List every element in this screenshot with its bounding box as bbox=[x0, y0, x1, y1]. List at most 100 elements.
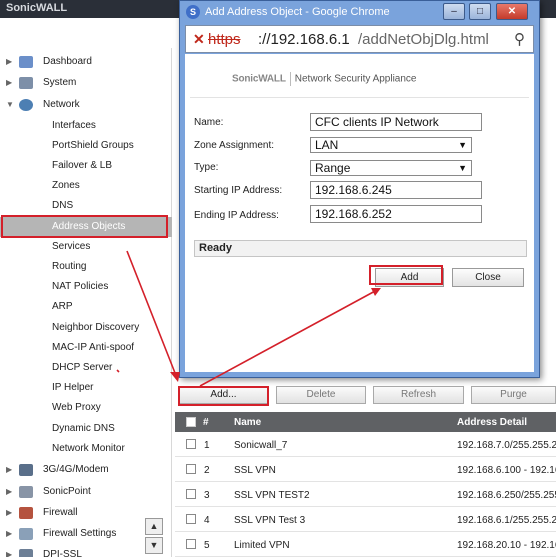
refresh-button[interactable]: Refresh bbox=[373, 386, 464, 404]
dialog-titlebar[interactable]: S Add Address Object - Google Chrome – □… bbox=[180, 1, 539, 23]
url-path: /addNetObjDlg.html bbox=[358, 31, 489, 48]
type-selected-value: Range bbox=[315, 161, 351, 175]
sidebar-item-sonicpoint[interactable]: ▶ SonicPoint bbox=[0, 482, 172, 502]
row-detail: 192.168.6.1/255.255.255 bbox=[457, 515, 556, 526]
minimize-button[interactable]: – bbox=[443, 3, 465, 20]
sidebar-item-network-monitor[interactable]: Network Monitor bbox=[0, 439, 172, 459]
row-number: 4 bbox=[204, 515, 210, 526]
row-detail: 192.168.6.100 - 192.16 bbox=[457, 465, 556, 476]
sidebar-item-label: 3G/4G/Modem bbox=[43, 464, 109, 475]
expand-arrow-icon[interactable]: ▶ bbox=[6, 482, 12, 502]
row-name: SSL VPN TEST2 bbox=[234, 490, 310, 501]
sidebar-item-dns[interactable]: DNS bbox=[0, 196, 172, 216]
sidebar: ▶ Dashboard ▶ System ▼ Network Interface… bbox=[0, 48, 172, 557]
expand-arrow-icon[interactable]: ▶ bbox=[6, 503, 12, 523]
sidebar-item-nat-policies[interactable]: NAT Policies bbox=[0, 277, 172, 297]
expand-arrow-icon[interactable]: ▶ bbox=[6, 545, 12, 557]
sidebar-item-label: Firewall Settings bbox=[43, 528, 117, 539]
ending-ip-field[interactable] bbox=[310, 205, 482, 223]
row-checkbox[interactable] bbox=[186, 514, 196, 524]
column-name[interactable]: Name bbox=[234, 417, 261, 428]
column-address-detail[interactable]: Address Detail bbox=[457, 417, 527, 428]
sidebar-item-label: Neighbor Discovery bbox=[52, 322, 140, 333]
row-detail: 192.168.20.10 - 192.16 bbox=[457, 540, 556, 551]
expand-arrow-icon[interactable]: ▶ bbox=[6, 460, 12, 480]
insecure-lock-icon: ✕ bbox=[193, 31, 205, 47]
row-checkbox[interactable] bbox=[186, 539, 196, 549]
sidebar-item-label: Zones bbox=[52, 180, 80, 191]
sidebar-item-interfaces[interactable]: Interfaces bbox=[0, 116, 172, 136]
scroll-up-button[interactable]: ▲ bbox=[145, 518, 163, 535]
sidebar-item-services[interactable]: Services bbox=[0, 237, 172, 257]
table-row[interactable]: 4 SSL VPN Test 3 192.168.6.1/255.255.255 bbox=[175, 507, 556, 532]
sidebar-item-web-proxy[interactable]: Web Proxy bbox=[0, 398, 172, 418]
sidebar-item-dynamic-dns[interactable]: Dynamic DNS bbox=[0, 419, 172, 439]
access-point-icon bbox=[19, 486, 33, 498]
sidebar-item-label: IP Helper bbox=[52, 382, 94, 393]
lock-icon bbox=[19, 549, 33, 557]
sidebar-item-system[interactable]: ▶ System bbox=[0, 73, 172, 93]
maximize-button[interactable]: □ bbox=[469, 3, 491, 20]
delete-button[interactable]: Delete bbox=[276, 386, 366, 404]
starting-ip-label: Starting IP Address: bbox=[194, 185, 283, 196]
row-name: Limited VPN bbox=[234, 540, 290, 551]
row-number: 1 bbox=[204, 440, 210, 451]
zone-label: Zone Assignment: bbox=[194, 140, 275, 151]
sidebar-item-neighbor-discovery[interactable]: Neighbor Discovery bbox=[0, 318, 172, 338]
expand-arrow-icon[interactable]: ▶ bbox=[6, 52, 12, 72]
settings-icon bbox=[19, 528, 33, 540]
name-label: Name: bbox=[194, 117, 224, 128]
sidebar-item-label: Interfaces bbox=[52, 120, 96, 131]
table-row[interactable]: 2 SSL VPN 192.168.6.100 - 192.16 bbox=[175, 457, 556, 482]
table-row[interactable]: 1 Sonicwall_7 192.168.7.0/255.255.255 bbox=[175, 432, 556, 457]
product-name: Network Security Appliance bbox=[294, 73, 417, 85]
firewall-icon bbox=[19, 507, 33, 519]
close-button[interactable]: Close bbox=[452, 268, 524, 287]
scroll-down-button[interactable]: ▼ bbox=[145, 537, 163, 554]
sidebar-item-failover-lb[interactable]: Failover & LB bbox=[0, 156, 172, 176]
url-host: ://192.168.6.1 bbox=[258, 31, 350, 48]
sidebar-item-label: System bbox=[43, 77, 77, 88]
row-checkbox[interactable] bbox=[186, 489, 196, 499]
zone-select[interactable]: LAN ▼ bbox=[310, 137, 472, 153]
expand-arrow-icon[interactable]: ▶ bbox=[6, 73, 12, 93]
app-logo-icon: S bbox=[186, 5, 200, 19]
starting-ip-field[interactable] bbox=[310, 181, 482, 199]
table-row[interactable]: 3 SSL VPN TEST2 192.168.6.250/255.255.25 bbox=[175, 482, 556, 507]
sidebar-item-dashboard[interactable]: ▶ Dashboard bbox=[0, 52, 172, 72]
sidebar-item-label: NAT Policies bbox=[52, 281, 109, 292]
sonicwall-logo: SonicWALL bbox=[232, 73, 286, 85]
monitor-icon bbox=[19, 77, 33, 89]
expand-arrow-icon[interactable]: ▶ bbox=[6, 524, 12, 544]
sidebar-item-label: Dynamic DNS bbox=[52, 423, 115, 434]
search-icon[interactable]: ⚲ bbox=[514, 30, 525, 48]
annotation-highlight-dialog-add bbox=[369, 265, 443, 285]
type-select[interactable]: Range ▼ bbox=[310, 160, 472, 176]
sidebar-item-arp[interactable]: ARP bbox=[0, 297, 172, 317]
sidebar-item-dhcp-server[interactable]: DHCP Server bbox=[0, 358, 172, 378]
sidebar-item-portshield-groups[interactable]: PortShield Groups bbox=[0, 136, 172, 156]
row-checkbox[interactable] bbox=[186, 464, 196, 474]
sidebar-item-label: Network bbox=[43, 99, 80, 110]
sidebar-item-3g-4g-modem[interactable]: ▶ 3G/4G/Modem bbox=[0, 460, 172, 480]
brand-row: SonicWALL Network Security Appliance bbox=[232, 72, 417, 86]
table-row[interactable]: 5 Limited VPN 192.168.20.10 - 192.16 bbox=[175, 532, 556, 557]
sidebar-item-zones[interactable]: Zones bbox=[0, 176, 172, 196]
purge-button[interactable]: Purge bbox=[471, 386, 556, 404]
sidebar-scroller: ▲ ▼ bbox=[145, 518, 163, 554]
sidebar-item-mac-ip-anti-spoof[interactable]: MAC-IP Anti-spoof bbox=[0, 338, 172, 358]
sidebar-item-ip-helper[interactable]: IP Helper bbox=[0, 378, 172, 398]
collapse-arrow-icon[interactable]: ▼ bbox=[6, 95, 14, 115]
row-number: 3 bbox=[204, 490, 210, 501]
sidebar-item-label: SonicPoint bbox=[43, 486, 91, 497]
address-bar[interactable]: ✕ https ://192.168.6.1 /addNetObjDlg.htm… bbox=[185, 25, 534, 53]
sidebar-item-routing[interactable]: Routing bbox=[0, 257, 172, 277]
globe-icon bbox=[19, 99, 33, 111]
close-window-button[interactable]: ✕ bbox=[496, 3, 528, 20]
row-checkbox[interactable] bbox=[186, 439, 196, 449]
row-number: 2 bbox=[204, 465, 210, 476]
name-field[interactable] bbox=[310, 113, 482, 131]
sidebar-item-network[interactable]: ▼ Network bbox=[0, 95, 172, 115]
brand-divider bbox=[289, 72, 291, 86]
select-all-checkbox[interactable] bbox=[186, 417, 196, 427]
